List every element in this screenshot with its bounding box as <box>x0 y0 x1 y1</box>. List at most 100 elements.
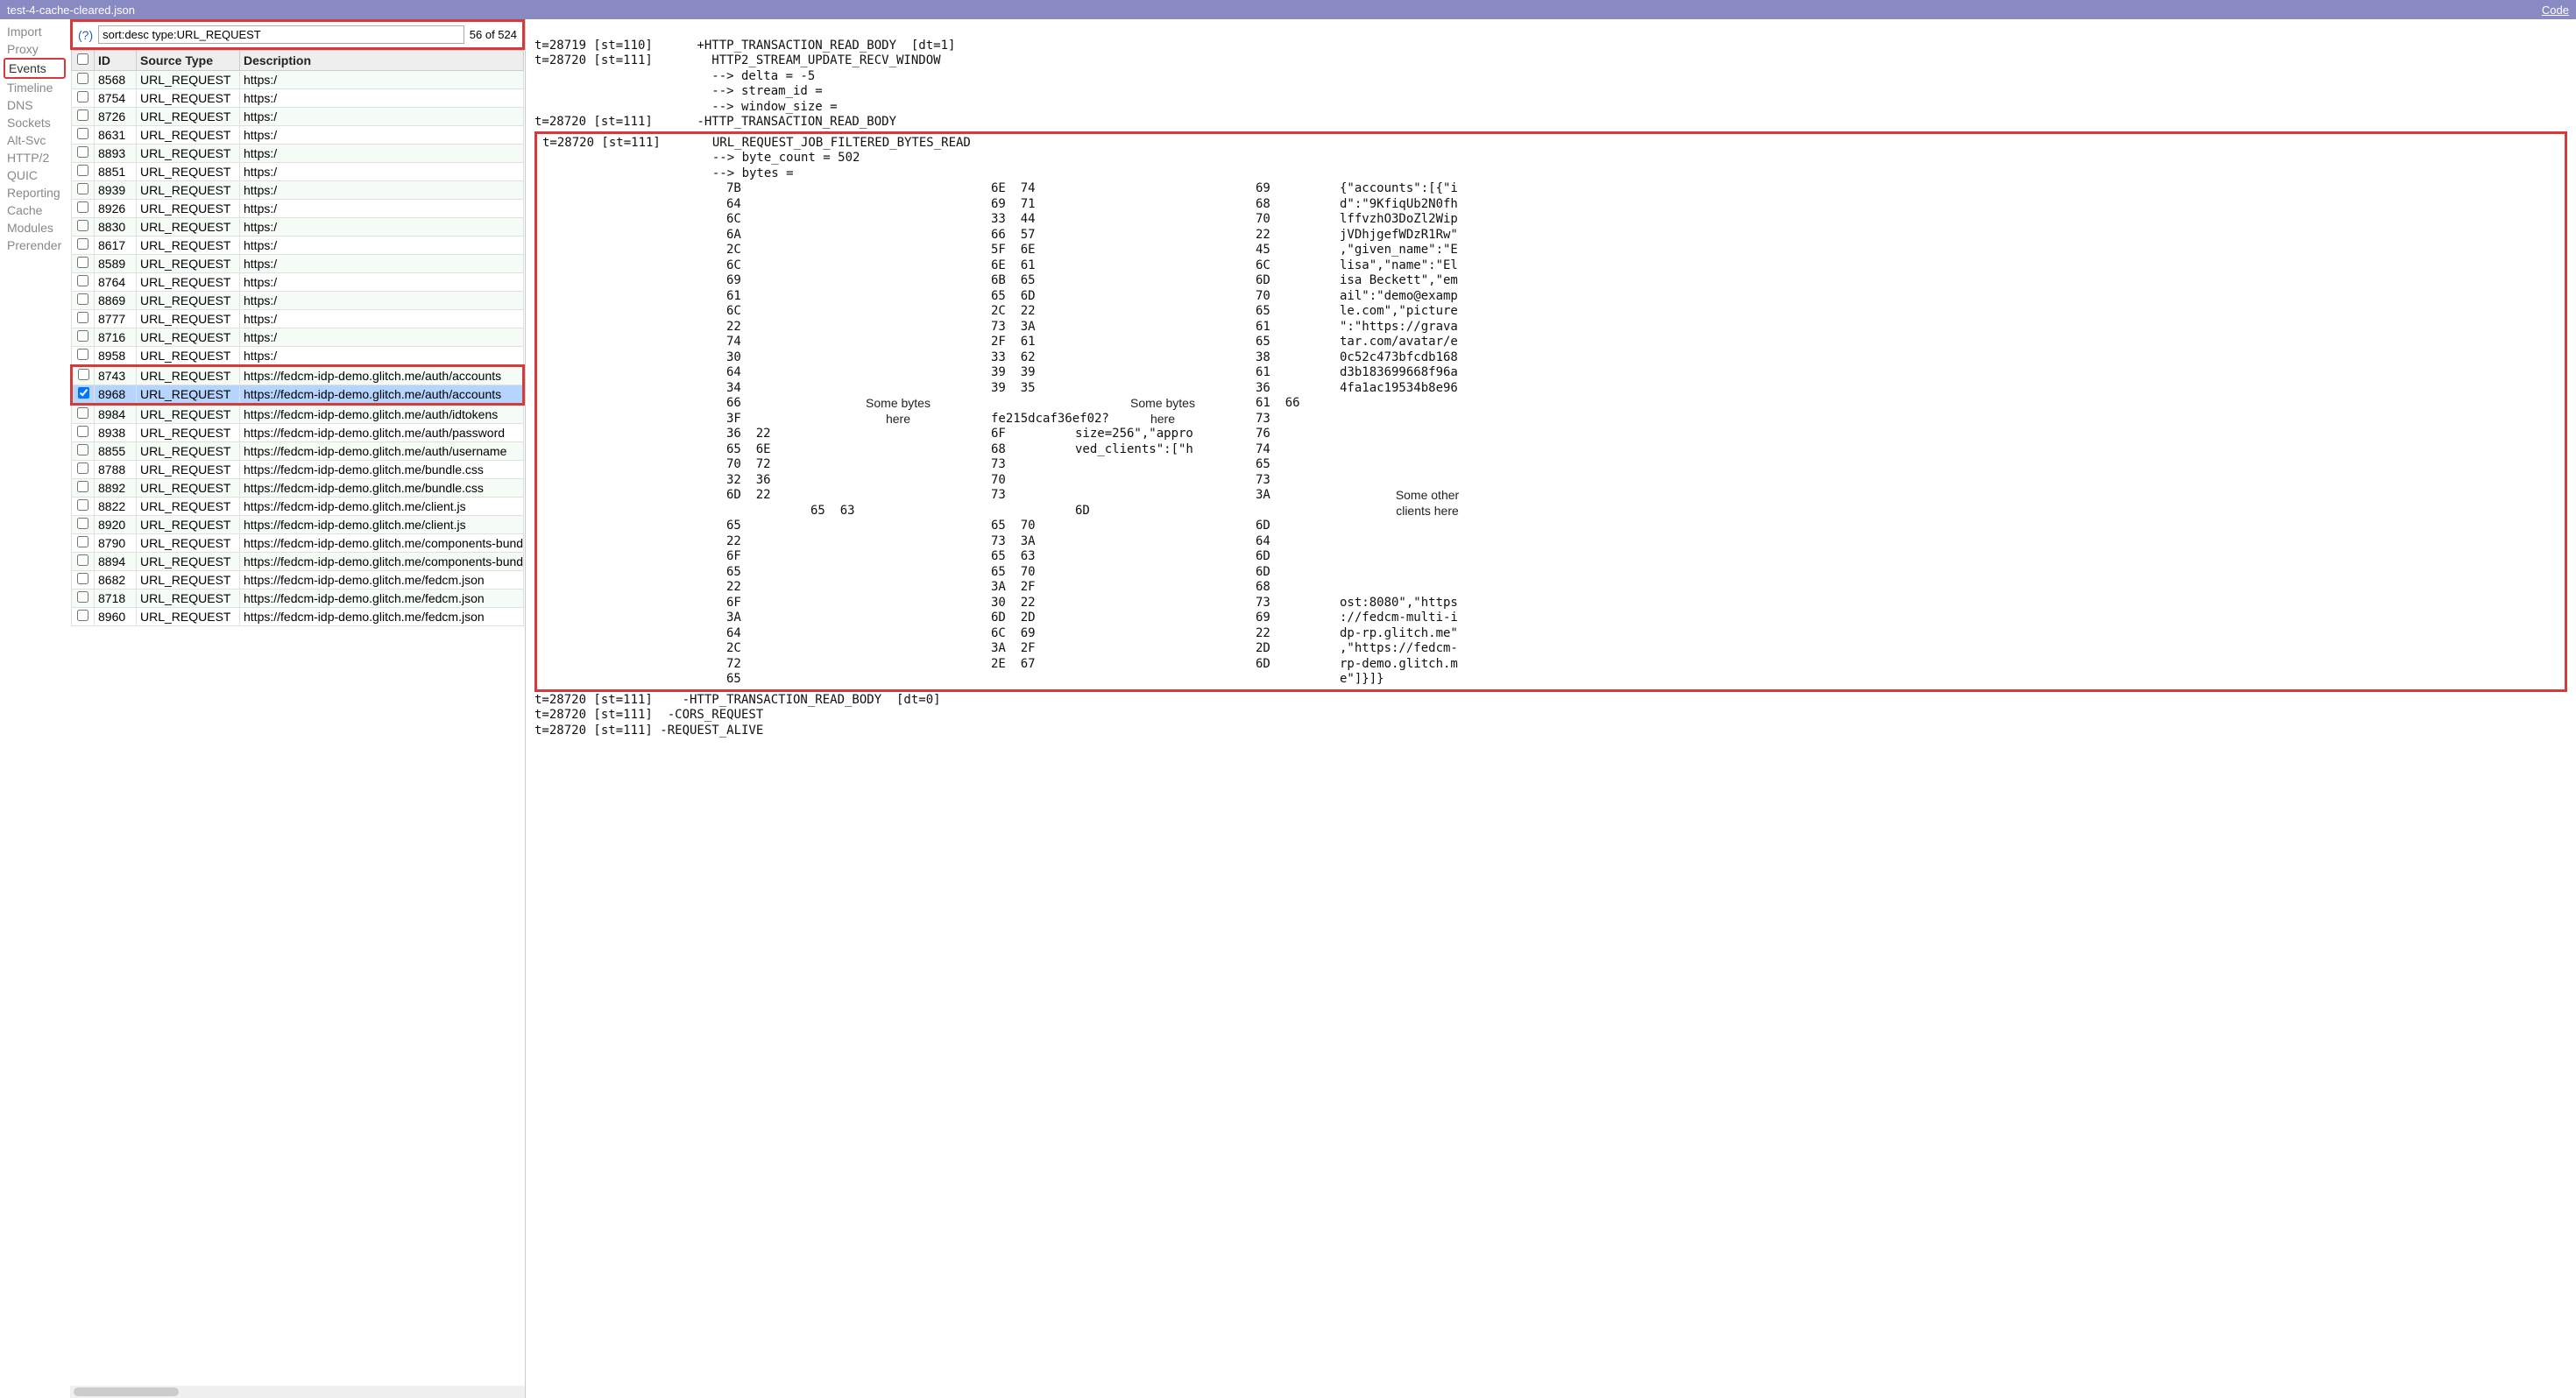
cell-source: URL_REQUEST <box>137 608 240 626</box>
cell-id: 8960 <box>95 608 137 626</box>
row-checkbox[interactable] <box>78 369 89 380</box>
table-row[interactable]: 8984URL_REQUESThttps://fedcm-idp-demo.gl… <box>72 405 524 424</box>
table-row[interactable]: 8568URL_REQUESThttps:/ <box>72 71 524 89</box>
cell-source: URL_REQUEST <box>137 181 240 200</box>
cell-id: 8920 <box>95 516 137 534</box>
horizontal-scrollbar[interactable] <box>70 1386 525 1398</box>
table-row[interactable]: 8892URL_REQUESThttps://fedcm-idp-demo.gl… <box>72 479 524 498</box>
table-row[interactable]: 8869URL_REQUESThttps:/ <box>72 292 524 310</box>
row-checkbox[interactable] <box>77 573 88 584</box>
cell-id: 8830 <box>95 218 137 237</box>
table-row[interactable]: 8968URL_REQUESThttps://fedcm-idp-demo.gl… <box>72 385 524 405</box>
filter-input[interactable] <box>98 25 464 44</box>
row-checkbox[interactable] <box>77 407 88 419</box>
row-checkbox[interactable] <box>77 275 88 286</box>
table-row[interactable]: 8718URL_REQUESThttps://fedcm-idp-demo.gl… <box>72 590 524 608</box>
sidebar-item-timeline[interactable]: Timeline <box>4 79 66 96</box>
cell-desc: https://fedcm-idp-demo.glitch.me/client.… <box>240 498 524 516</box>
table-row[interactable]: 8920URL_REQUESThttps://fedcm-idp-demo.gl… <box>72 516 524 534</box>
col-id[interactable]: ID <box>95 51 137 71</box>
table-row[interactable]: 8716URL_REQUESThttps:/ <box>72 328 524 347</box>
cell-id: 8855 <box>95 442 137 461</box>
row-checkbox[interactable] <box>77 165 88 176</box>
table-row[interactable]: 8855URL_REQUESThttps://fedcm-idp-demo.gl… <box>72 442 524 461</box>
table-row[interactable]: 8743URL_REQUESThttps://fedcm-idp-demo.gl… <box>72 366 524 385</box>
cell-desc: https:/ <box>240 71 524 89</box>
sidebar-item-sockets[interactable]: Sockets <box>4 114 66 131</box>
table-row[interactable]: 8589URL_REQUESThttps:/ <box>72 255 524 273</box>
cell-source: URL_REQUEST <box>137 292 240 310</box>
table-row[interactable]: 8754URL_REQUESThttps:/ <box>72 89 524 108</box>
row-checkbox[interactable] <box>77 349 88 360</box>
table-row[interactable]: 8617URL_REQUESThttps:/ <box>72 237 524 255</box>
col-desc[interactable]: Description <box>240 51 524 71</box>
table-row[interactable]: 8682URL_REQUESThttps://fedcm-idp-demo.gl… <box>72 571 524 590</box>
row-checkbox[interactable] <box>77 312 88 323</box>
table-row[interactable]: 8764URL_REQUESThttps:/ <box>72 273 524 292</box>
cell-desc: https:/ <box>240 310 524 328</box>
filter-help-link[interactable]: (?) <box>78 28 93 42</box>
table-row[interactable]: 8939URL_REQUESThttps:/ <box>72 181 524 200</box>
sidebar-item-dns[interactable]: DNS <box>4 96 66 114</box>
row-checkbox[interactable] <box>77 146 88 158</box>
table-row[interactable]: 8631URL_REQUESThttps:/ <box>72 126 524 145</box>
sidebar-item-cache[interactable]: Cache <box>4 201 66 219</box>
table-row[interactable]: 8958URL_REQUESThttps:/ <box>72 347 524 366</box>
table-row[interactable]: 8822URL_REQUESThttps://fedcm-idp-demo.gl… <box>72 498 524 516</box>
table-row[interactable]: 8960URL_REQUESThttps://fedcm-idp-demo.gl… <box>72 608 524 626</box>
sidebar-item-http-2[interactable]: HTTP/2 <box>4 149 66 166</box>
row-checkbox[interactable] <box>77 330 88 342</box>
cell-id: 8939 <box>95 181 137 200</box>
select-all-checkbox[interactable] <box>77 53 88 65</box>
row-checkbox[interactable] <box>77 444 88 455</box>
row-checkbox[interactable] <box>77 73 88 84</box>
cell-desc: https://fedcm-idp-demo.glitch.me/fedcm.j… <box>240 590 524 608</box>
table-row[interactable]: 8851URL_REQUESThttps:/ <box>72 163 524 181</box>
row-checkbox[interactable] <box>77 610 88 621</box>
table-row[interactable]: 8726URL_REQUESThttps:/ <box>72 108 524 126</box>
table-row[interactable]: 8938URL_REQUESThttps://fedcm-idp-demo.gl… <box>72 424 524 442</box>
sidebar-item-prerender[interactable]: Prerender <box>4 237 66 254</box>
cell-source: URL_REQUEST <box>137 442 240 461</box>
sidebar-item-quic[interactable]: QUIC <box>4 166 66 184</box>
row-checkbox[interactable] <box>77 536 88 547</box>
table-row[interactable]: 8788URL_REQUESThttps://fedcm-idp-demo.gl… <box>72 461 524 479</box>
row-checkbox[interactable] <box>77 293 88 305</box>
cell-id: 8568 <box>95 71 137 89</box>
cell-source: URL_REQUEST <box>137 347 240 366</box>
sidebar-item-events[interactable]: Events <box>4 58 66 79</box>
row-checkbox[interactable] <box>77 128 88 139</box>
row-checkbox[interactable] <box>77 554 88 566</box>
cell-id: 8716 <box>95 328 137 347</box>
sidebar-item-proxy[interactable]: Proxy <box>4 40 66 58</box>
row-checkbox[interactable] <box>77 257 88 268</box>
sidebar-item-import[interactable]: Import <box>4 23 66 40</box>
table-row[interactable]: 8830URL_REQUESThttps:/ <box>72 218 524 237</box>
row-checkbox[interactable] <box>78 387 89 399</box>
hex-note-1: Some bytes here <box>810 396 986 427</box>
table-row[interactable]: 8777URL_REQUESThttps:/ <box>72 310 524 328</box>
row-checkbox[interactable] <box>77 183 88 194</box>
row-checkbox[interactable] <box>77 91 88 102</box>
code-link[interactable]: Code <box>2542 4 2569 17</box>
row-checkbox[interactable] <box>77 426 88 437</box>
row-checkbox[interactable] <box>77 238 88 250</box>
sidebar-item-alt-svc[interactable]: Alt-Svc <box>4 131 66 149</box>
row-checkbox[interactable] <box>77 462 88 474</box>
row-checkbox[interactable] <box>77 481 88 492</box>
cell-id: 8726 <box>95 108 137 126</box>
table-row[interactable]: 8893URL_REQUESThttps:/ <box>72 145 524 163</box>
sidebar-item-modules[interactable]: Modules <box>4 219 66 237</box>
col-source[interactable]: Source Type <box>137 51 240 71</box>
table-row[interactable]: 8894URL_REQUESThttps://fedcm-idp-demo.gl… <box>72 553 524 571</box>
row-checkbox[interactable] <box>77 220 88 231</box>
sidebar-item-reporting[interactable]: Reporting <box>4 184 66 201</box>
row-checkbox[interactable] <box>77 109 88 121</box>
row-checkbox[interactable] <box>77 499 88 511</box>
row-checkbox[interactable] <box>77 518 88 529</box>
cell-id: 8754 <box>95 89 137 108</box>
table-row[interactable]: 8926URL_REQUESThttps:/ <box>72 200 524 218</box>
row-checkbox[interactable] <box>77 201 88 213</box>
row-checkbox[interactable] <box>77 591 88 603</box>
table-row[interactable]: 8790URL_REQUESThttps://fedcm-idp-demo.gl… <box>72 534 524 553</box>
